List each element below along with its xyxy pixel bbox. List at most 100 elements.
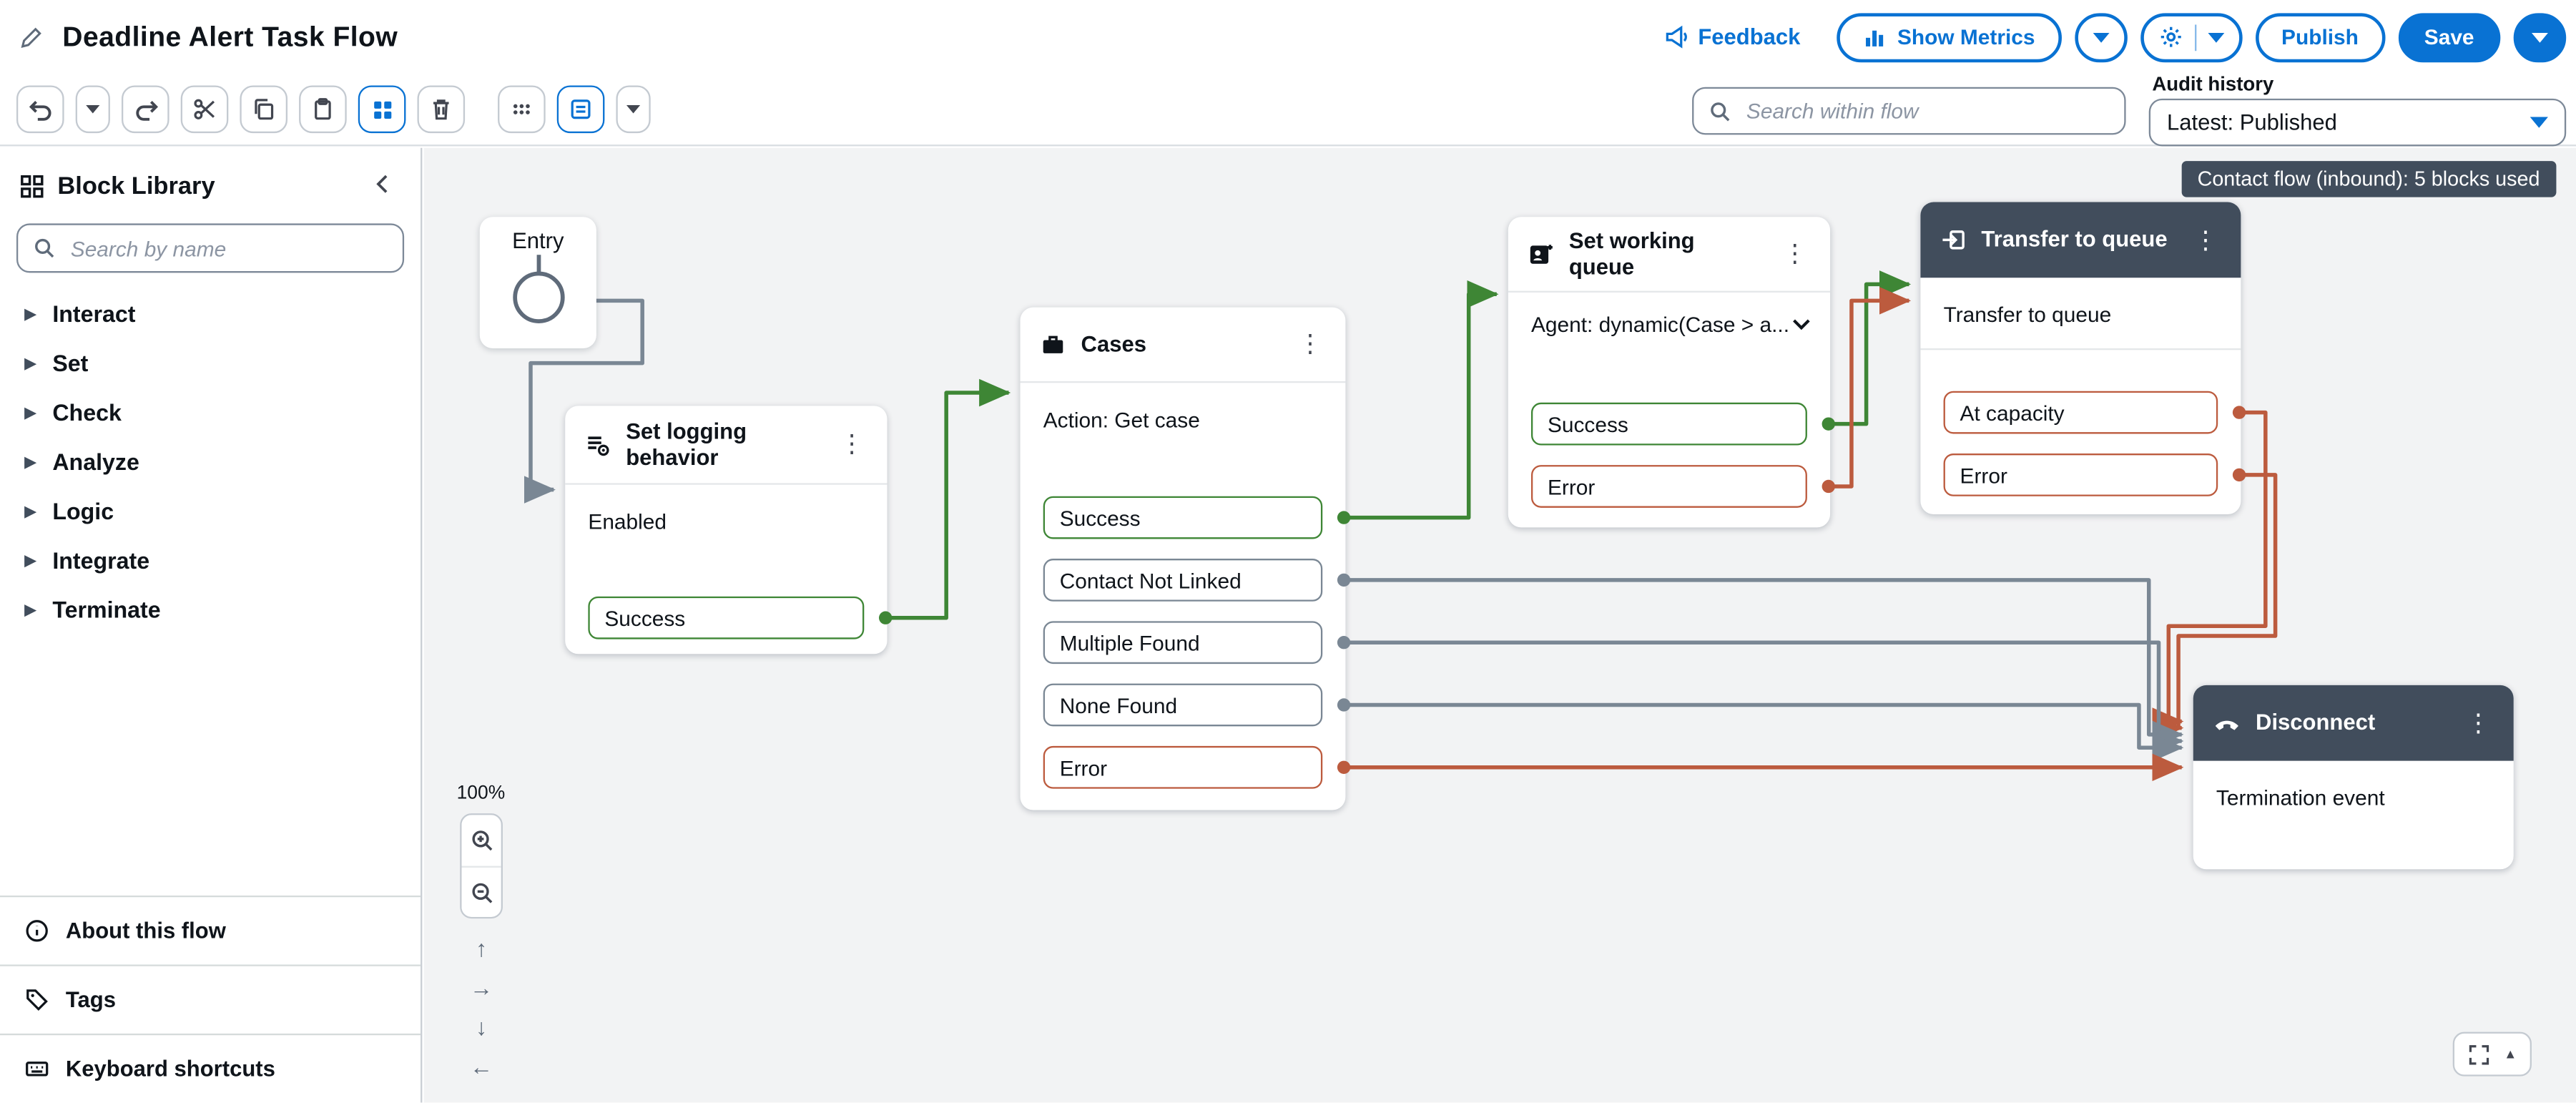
block-entry[interactable]: Entry <box>480 217 596 348</box>
port-none-found[interactable]: None Found <box>1043 684 1323 727</box>
wire-queue-error-to-transfer <box>1830 300 1909 486</box>
port-success[interactable]: Success <box>1531 403 1807 446</box>
audit-history-select[interactable]: Latest: Published <box>2149 99 2566 147</box>
port-contact-not-linked[interactable]: Contact Not Linked <box>1043 559 1323 602</box>
save-dropdown-button[interactable] <box>2514 12 2567 62</box>
caret-down-icon <box>2093 32 2109 42</box>
port-multiple-found[interactable]: Multiple Found <box>1043 621 1323 664</box>
paste-icon[interactable] <box>299 85 347 133</box>
block-menu-icon[interactable]: ⋮ <box>1779 242 1811 266</box>
show-metrics-button[interactable]: Show Metrics <box>1837 12 2061 62</box>
grid-view-button[interactable] <box>358 85 406 133</box>
minimap-toggle[interactable]: ▲ <box>2453 1032 2532 1077</box>
zoom-in-button[interactable] <box>462 815 501 866</box>
entry-start-icon[interactable] <box>507 255 569 330</box>
notes-dropdown-button[interactable] <box>616 85 650 133</box>
connector-dot[interactable] <box>1337 574 1350 587</box>
connector-dot[interactable] <box>1822 417 1835 430</box>
category-label: Analyze <box>52 448 139 475</box>
show-metrics-label: Show Metrics <box>1897 24 2035 49</box>
connector-dot[interactable] <box>1337 698 1350 711</box>
pan-right-button[interactable]: → <box>465 969 498 1004</box>
blocks-used-badge: Contact flow (inbound): 5 blocks used <box>2181 161 2557 197</box>
notes-button[interactable] <box>557 85 605 133</box>
fit-view-icon <box>2468 1043 2491 1066</box>
collapse-panel-icon[interactable] <box>370 170 398 204</box>
block-set-working-queue[interactable]: Set working queue ⋮ Agent: dynamic(Case … <box>1508 217 1830 527</box>
drag-dots-icon[interactable] <box>498 85 546 133</box>
agent-value: Agent: dynamic(Case > a... <box>1531 312 1789 336</box>
connector-dot[interactable] <box>1337 511 1350 524</box>
block-menu-icon[interactable]: ⋮ <box>836 432 867 456</box>
tags-link[interactable]: Tags <box>0 964 421 1033</box>
port-error[interactable]: Error <box>1043 746 1323 789</box>
flow-search[interactable] <box>1692 87 2125 135</box>
port-label: At capacity <box>1960 400 2065 424</box>
port-error[interactable]: Error <box>1531 465 1807 508</box>
show-metrics-dropdown-button[interactable] <box>2075 12 2128 62</box>
redo-button[interactable] <box>122 85 169 133</box>
connector-dot[interactable] <box>1822 480 1835 493</box>
block-disconnect[interactable]: Disconnect ⋮ Termination event <box>2193 685 2514 869</box>
flow-search-input[interactable] <box>1743 97 2109 125</box>
wire-cases-cnl-to-disconnect <box>1345 580 2181 735</box>
settings-button[interactable] <box>2140 12 2241 62</box>
block-transfer-to-queue[interactable]: Transfer to queue ⋮ Transfer to queue At… <box>1920 202 2241 514</box>
sidebar-footer: About this flow Tags Keyboard shortcuts <box>0 896 421 1102</box>
category-check[interactable]: ▶Check <box>0 388 421 437</box>
category-label: Check <box>52 399 122 426</box>
undo-dropdown-button[interactable] <box>76 85 110 133</box>
undo-button[interactable] <box>16 85 64 133</box>
block-cases[interactable]: Cases ⋮ Action: Get case Success Contact… <box>1021 308 1346 810</box>
block-search-input[interactable] <box>67 234 388 262</box>
block-library-icon <box>20 175 44 199</box>
pan-left-button[interactable]: ← <box>465 1049 498 1083</box>
port-success[interactable]: Success <box>1043 496 1323 539</box>
zoom-out-button[interactable] <box>462 866 501 917</box>
zoom-level: 100% <box>457 784 506 804</box>
wire-logging-success-to-cases <box>887 393 1008 618</box>
metrics-icon <box>1863 26 1886 49</box>
agent-dropdown[interactable]: Agent: dynamic(Case > a... <box>1531 312 1811 336</box>
block-menu-icon[interactable]: ⋮ <box>2462 711 2494 735</box>
logging-icon <box>585 431 611 458</box>
feedback-label: Feedback <box>1698 24 1800 49</box>
port-label: None Found <box>1060 692 1177 717</box>
category-integrate[interactable]: ▶Integrate <box>0 536 421 585</box>
cut-icon[interactable] <box>181 85 229 133</box>
block-library-header: Block Library <box>0 148 421 214</box>
copy-icon[interactable] <box>240 85 287 133</box>
edit-title-icon[interactable] <box>20 26 43 49</box>
search-icon <box>33 237 56 260</box>
block-set-logging-behavior[interactable]: Set logging behavior ⋮ Enabled Success <box>565 406 887 654</box>
category-interact[interactable]: ▶Interact <box>0 289 421 338</box>
port-label: Contact Not Linked <box>1060 568 1242 592</box>
connector-dot[interactable] <box>879 612 892 624</box>
trash-icon[interactable] <box>417 85 465 133</box>
flow-canvas[interactable]: Contact flow (inbound): 5 blocks used En… <box>424 148 2576 1103</box>
category-logic[interactable]: ▶Logic <box>0 486 421 536</box>
block-menu-icon[interactable]: ⋮ <box>1294 332 1326 356</box>
category-set[interactable]: ▶Set <box>0 338 421 388</box>
chevron-right-icon: ▶ <box>24 502 36 520</box>
about-this-flow-link[interactable]: About this flow <box>0 896 421 964</box>
connector-dot[interactable] <box>1337 636 1350 649</box>
keyboard-shortcuts-link[interactable]: Keyboard shortcuts <box>0 1034 421 1102</box>
briefcase-icon <box>1040 331 1066 358</box>
connector-dot[interactable] <box>2233 469 2246 481</box>
pan-up-button[interactable]: ↑ <box>465 930 498 964</box>
connector-dot[interactable] <box>2233 406 2246 418</box>
category-analyze[interactable]: ▶Analyze <box>0 437 421 486</box>
port-success[interactable]: Success <box>588 597 864 639</box>
feedback-link[interactable]: Feedback <box>1663 24 1800 49</box>
pan-down-button[interactable]: ↓ <box>465 1009 498 1043</box>
port-error[interactable]: Error <box>1944 454 2218 496</box>
block-menu-icon[interactable]: ⋮ <box>2190 227 2221 252</box>
block-search[interactable] <box>16 223 404 273</box>
save-button[interactable]: Save <box>2398 12 2500 62</box>
connector-dot[interactable] <box>1337 761 1350 774</box>
port-at-capacity[interactable]: At capacity <box>1944 391 2218 434</box>
keyboard-icon <box>24 1057 49 1081</box>
category-terminate[interactable]: ▶Terminate <box>0 585 421 634</box>
publish-button[interactable]: Publish <box>2255 12 2384 62</box>
